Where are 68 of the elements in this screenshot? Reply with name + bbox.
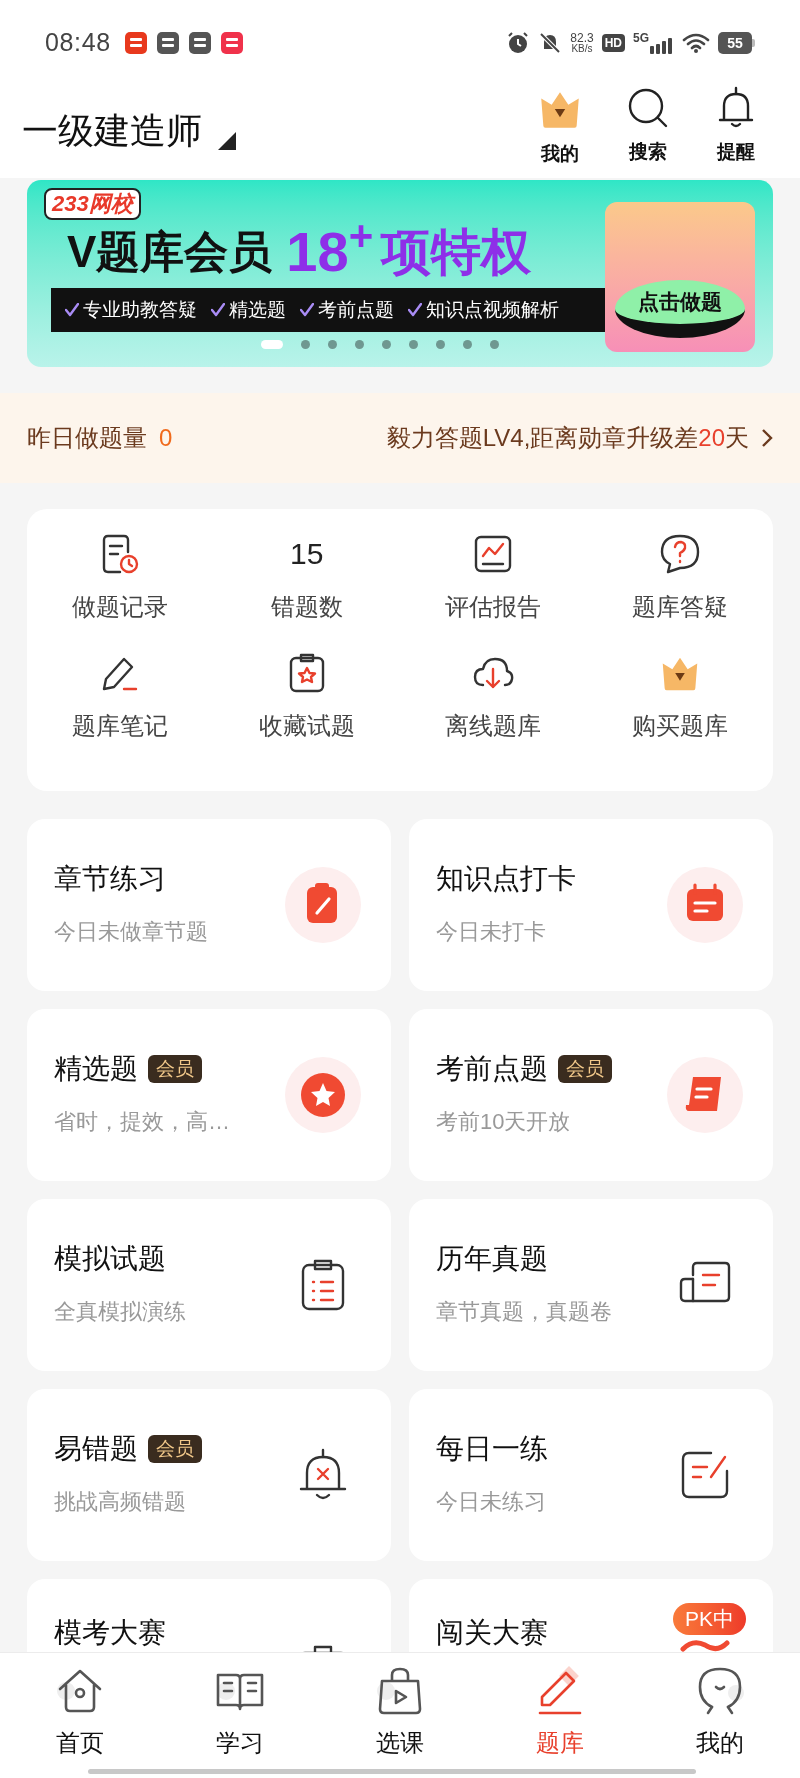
card-title: 精选题	[54, 1052, 138, 1086]
tool-item[interactable]: 做题记录	[27, 531, 214, 649]
feature-label: 知识点视频解析	[426, 297, 559, 322]
card-subtitle: 全真模拟演练	[54, 1298, 186, 1326]
card-subtitle: 考前10天开放	[436, 1108, 572, 1136]
feature-label: 专业助教答疑	[83, 297, 197, 322]
card-title: 易错题	[54, 1432, 138, 1466]
card-subtitle: 今日未做章节题	[54, 918, 208, 946]
practice-card[interactable]: 易错题 会员 挑战高频错题	[27, 1389, 391, 1561]
tool-item[interactable]: 题库笔记	[27, 650, 214, 768]
header-action[interactable]: 搜索	[619, 84, 677, 167]
card-subtitle: 章节真题，真题卷	[436, 1298, 612, 1326]
tool-item[interactable]: 离线题库	[400, 650, 587, 768]
cta-button[interactable]: 点击做题	[615, 280, 745, 338]
feature-label: 精选题	[229, 297, 286, 322]
tab-item[interactable]: 学习	[190, 1663, 290, 1778]
count-value: 15	[290, 536, 324, 572]
tab-item[interactable]: 选课	[350, 1663, 450, 1778]
card-subtitle: 今日未打卡	[436, 918, 547, 946]
status-time: 08:48	[45, 27, 111, 59]
header-action[interactable]: 提醒	[707, 84, 765, 167]
card-title: 模拟试题	[54, 1242, 166, 1276]
card-title: 闯关大赛	[436, 1616, 548, 1650]
card-title: 模考大赛	[54, 1616, 166, 1650]
card-title: 历年真题	[436, 1242, 548, 1276]
card-title: 知识点打卡	[436, 862, 576, 896]
stat-value: 0	[159, 423, 173, 453]
network-type: 5G	[633, 32, 649, 44]
status-tag: PK中	[673, 1603, 746, 1635]
card-title: 每日一练	[436, 1432, 548, 1466]
tab-item[interactable]: 首页	[30, 1663, 130, 1778]
brand-logo: 233网校	[44, 188, 141, 220]
card-title: 章节练习	[54, 862, 166, 896]
practice-card[interactable]: 每日一练 今日未练习	[409, 1389, 773, 1561]
member-badge: 会员	[148, 1055, 202, 1083]
battery-level: 55	[718, 32, 752, 54]
tool-item[interactable]: 评估报告	[400, 531, 587, 649]
stat-label: 昨日做题量	[27, 423, 147, 453]
level-progress-text[interactable]: 毅力答题LV4,距离勋章升级差20天	[386, 420, 749, 456]
tool-item[interactable]: 购买题库	[586, 650, 773, 768]
hd-indicator: HD	[601, 34, 625, 52]
header-action[interactable]: 我的	[531, 84, 589, 169]
network-speed: 82.3	[570, 32, 594, 44]
tool-item[interactable]: 15 错题数	[213, 531, 400, 649]
practice-card[interactable]: 知识点打卡 今日未打卡	[409, 819, 773, 991]
practice-card[interactable]: 精选题 会员 省时，提效，高…	[27, 1009, 391, 1181]
member-badge: 会员	[558, 1055, 612, 1083]
card-subtitle: 今日未练习	[436, 1488, 547, 1516]
practice-card[interactable]: 章节练习 今日未做章节题	[27, 819, 391, 991]
tool-item[interactable]: 收藏试题	[213, 650, 400, 768]
practice-card[interactable]: 闯关大赛 PK中	[409, 1579, 773, 1653]
card-title: 考前点题	[436, 1052, 548, 1086]
card-subtitle: 省时，提效，高…	[54, 1108, 230, 1136]
practice-card[interactable]: 考前点题 会员 考前10天开放	[409, 1009, 773, 1181]
banner-headline: V题库会员	[67, 226, 273, 278]
banner-number: 18$^{+}$	[286, 222, 374, 282]
banner-headline: 项特权	[381, 223, 532, 282]
promo-banner[interactable]: 233网校 V题库会员 18$^{+}$ 项特权 专业助教答疑 精选题 考前点题 知识点视频解析 点击做题	[27, 180, 773, 367]
practice-card[interactable]: 历年真题 章节真题，真题卷	[409, 1199, 773, 1371]
network-speed-unit: KB/s	[571, 44, 593, 54]
exam-title[interactable]: 一级建造师	[22, 104, 202, 158]
practice-card[interactable]: 模拟试题 全真模拟演练	[27, 1199, 391, 1371]
card-subtitle: 挑战高频错题	[54, 1488, 187, 1516]
member-badge: 会员	[148, 1435, 202, 1463]
tool-item[interactable]: 题库答疑	[586, 531, 773, 649]
tab-item[interactable]: 我的	[670, 1663, 770, 1778]
feature-label: 考前点题	[318, 297, 394, 322]
practice-card[interactable]: 模考大赛	[27, 1579, 391, 1653]
